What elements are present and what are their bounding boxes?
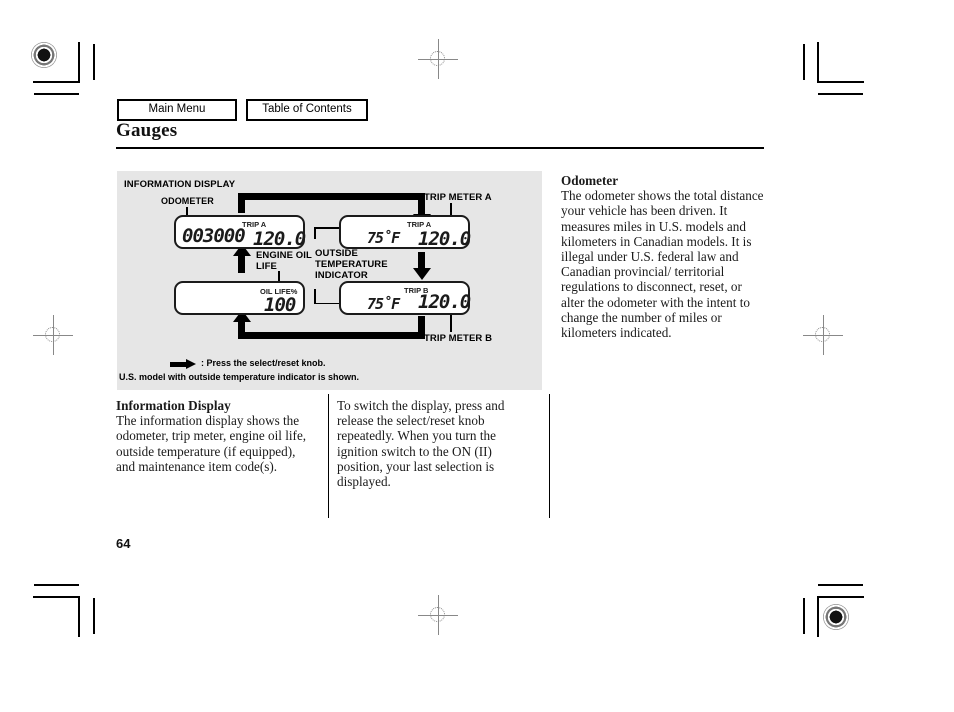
label-engine-oil-life: ENGINE OIL LIFE — [256, 250, 312, 273]
registration-crosshair-left — [33, 315, 73, 355]
flow-arrow-bottom-vertical-left — [238, 321, 245, 339]
crop-mark-top-left-horizontal-outer — [34, 93, 79, 95]
crop-mark-bottom-right-horizontal-inner — [817, 596, 864, 598]
registration-crosshair-right — [803, 315, 843, 355]
crop-mark-bottom-left-vertical-inner — [78, 596, 80, 637]
label-odometer: ODOMETER — [161, 196, 214, 206]
registration-target-top-left — [31, 42, 57, 68]
lcd-trip-b-panel: 75˚F TRIP B 120.0 — [339, 281, 471, 315]
information-display-section: Information Display The information disp… — [116, 398, 316, 474]
caption-press-knob: : Press the select/reset knob. — [201, 358, 326, 368]
odometer-section: Odometer The odometer shows the total di… — [561, 173, 765, 340]
flow-arrow-right-vertical — [418, 252, 425, 269]
switch-display-section: To switch the display, press and release… — [337, 398, 527, 489]
information-display-figure: INFORMATION DISPLAY ODOMETER TRIP METER … — [117, 171, 542, 390]
crop-mark-bottom-left-horizontal-inner — [33, 596, 80, 598]
title-divider — [116, 147, 764, 149]
registration-crosshair-bottom — [418, 595, 458, 635]
crop-mark-bottom-left-horizontal-outer — [34, 584, 79, 586]
figure-heading: INFORMATION DISPLAY — [124, 179, 236, 190]
label-trip-meter-b: TRIP METER B — [424, 333, 493, 344]
flow-arrowhead-right-down-icon — [412, 268, 431, 280]
switch-display-body: To switch the display, press and release… — [337, 398, 505, 490]
trip-b-temperature-value: 75˚F — [367, 295, 400, 313]
caption-us-model: U.S. model with outside temperature indi… — [119, 372, 360, 382]
label-outside-temperature-indicator: OUTSIDE TEMPERATURE INDICATOR — [315, 248, 388, 282]
column-divider-right — [549, 394, 550, 518]
crop-mark-top-right-vertical-inner — [817, 42, 819, 83]
odometer-value: 003000 — [182, 225, 246, 247]
page-title: Gauges — [116, 120, 178, 141]
lcd-trip-a-panel: 75˚F TRIP A 120.0 — [339, 215, 471, 250]
crop-mark-top-right-horizontal-outer — [818, 93, 863, 95]
crop-mark-bottom-left-vertical-outer — [93, 598, 95, 634]
flow-arrow-left-vertical — [238, 255, 245, 273]
information-display-body: The information display shows the odomet… — [116, 413, 307, 474]
caption-arrow-icon — [170, 359, 196, 369]
flow-arrow-top-vertical-right — [418, 193, 425, 215]
crop-mark-top-right-horizontal-inner — [817, 81, 864, 83]
crop-mark-bottom-right-horizontal-outer — [818, 584, 863, 586]
label-trip-meter-a: TRIP METER A — [424, 192, 492, 203]
main-menu-button[interactable]: Main Menu — [117, 99, 237, 122]
flow-arrow-bottom-horizontal — [238, 332, 425, 339]
page-number: 64 — [116, 536, 131, 551]
crop-mark-top-left-vertical-outer — [93, 44, 95, 80]
trip-a-temperature-value: 75˚F — [367, 229, 400, 247]
information-display-heading: Information Display — [116, 398, 231, 413]
odometer-heading: Odometer — [561, 173, 619, 188]
crop-mark-top-left-vertical-inner — [78, 42, 80, 83]
table-of-contents-button[interactable]: Table of Contents — [246, 99, 368, 122]
trip-b-value: 120.0 — [418, 291, 471, 313]
registration-target-bottom-right — [823, 604, 849, 630]
registration-crosshair-top — [418, 39, 458, 79]
leader-trip-b-vertical — [450, 313, 452, 332]
flow-arrow-top-horizontal — [238, 193, 425, 200]
crop-mark-bottom-right-vertical-inner — [817, 596, 819, 637]
lcd-odometer-panel: 003000 TRIP A 120.0 — [174, 215, 306, 250]
oil-life-value: 100 — [264, 294, 296, 316]
crop-mark-top-right-vertical-outer — [803, 44, 805, 80]
crop-mark-bottom-right-vertical-outer — [803, 598, 805, 634]
odometer-trip-value: 120.0 — [253, 228, 306, 250]
trip-a-value: 120.0 — [418, 228, 471, 250]
leader-temp-a-vertical — [314, 228, 316, 239]
crop-mark-top-left-horizontal-inner — [33, 81, 80, 83]
lcd-oil-life-panel: OIL LIFE% 100 — [174, 281, 305, 316]
navigation-bar: Main Menu Table of Contents — [117, 99, 368, 122]
odometer-body: The odometer shows the total distance yo… — [561, 188, 764, 341]
column-divider-left — [328, 394, 329, 518]
